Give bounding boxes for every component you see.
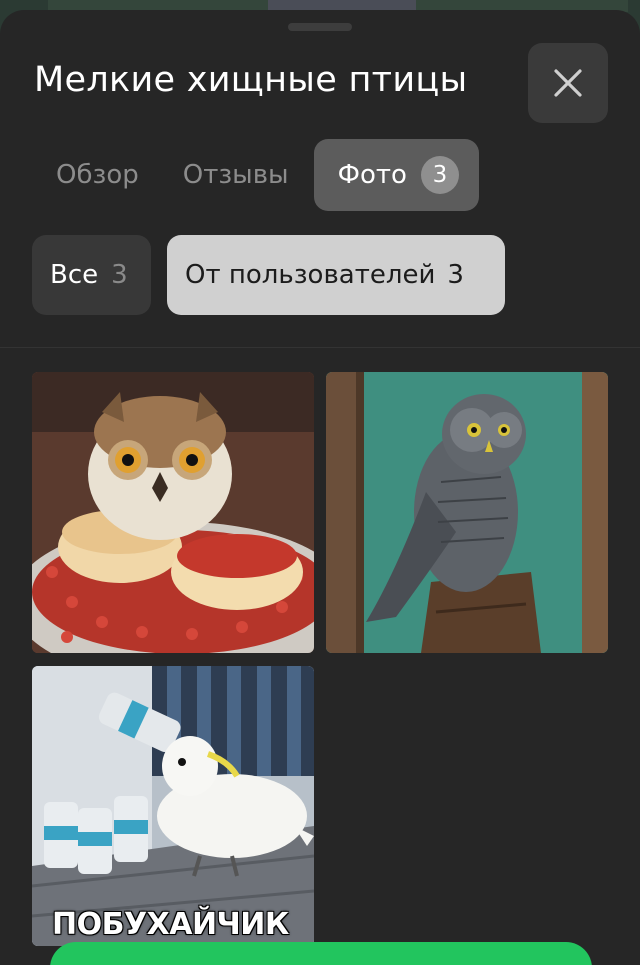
tab-photos[interactable]: Фото 3 (313, 139, 479, 211)
sheet-drag-handle[interactable] (288, 23, 352, 31)
tab-label: Фото (337, 160, 407, 190)
tab-reviews[interactable]: Отзывы (161, 139, 311, 211)
owl-pancakes-image (32, 372, 314, 653)
chip-count: 3 (447, 260, 464, 290)
cockatoo-image (32, 666, 314, 946)
bottom-sheet: Мелкие хищные птицы Обзор Отзывы Фото 3 … (0, 10, 640, 965)
tab-overview[interactable]: Обзор (34, 139, 161, 211)
section-divider (0, 347, 640, 348)
chip-label: От пользователей (185, 260, 436, 290)
photo-filter-chips: Все 3 От пользователей 3 (32, 235, 505, 315)
chip-count: 3 (111, 260, 128, 290)
filter-chip-from-users[interactable]: От пользователей 3 (167, 235, 505, 315)
tab-bar: Обзор Отзывы Фото 3 (34, 139, 479, 211)
chip-label: Все (50, 260, 99, 290)
close-icon (554, 69, 582, 97)
tab-label: Обзор (56, 160, 139, 190)
photo-thumbnail-cockatoo[interactable]: ПОБУХАЙЧИК (32, 666, 314, 946)
tab-label: Отзывы (182, 160, 289, 190)
grey-owl-image (326, 372, 608, 653)
photo-thumbnail-owl-pancakes[interactable] (32, 372, 314, 653)
filter-chip-all[interactable]: Все 3 (32, 235, 151, 315)
close-button[interactable] (528, 43, 608, 123)
background-strip (268, 0, 416, 10)
primary-action-button[interactable] (50, 942, 592, 965)
tab-count-badge: 3 (420, 156, 459, 194)
photo-thumbnail-grey-owl[interactable] (326, 372, 608, 653)
sheet-title: Мелкие хищные птицы (34, 60, 468, 100)
photo-caption-text: ПОБУХАЙЧИК (52, 907, 289, 942)
